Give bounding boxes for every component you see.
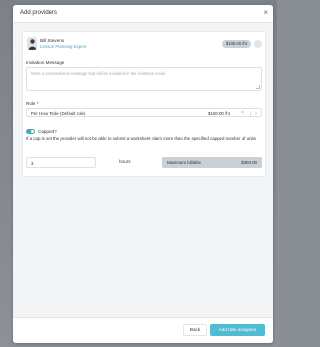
provider-rate-badge: $100.00 /hr — [222, 40, 251, 48]
dialog-title: Add providers — [20, 10, 58, 16]
hours-input[interactable]: 3 — [26, 157, 96, 168]
provider-name: Bill Stevens — [40, 38, 65, 43]
back-button[interactable]: Back — [183, 324, 207, 336]
role-label: Role * — [26, 101, 39, 106]
maximum-billable-value: $300.00 — [241, 160, 257, 166]
role-selected-value: Per Hour Role (Default role) — [31, 110, 86, 116]
close-icon[interactable]: × — [263, 8, 268, 18]
invitation-message-label: Invitation Message — [26, 60, 65, 65]
add-providers-dialog: Add providers × Bill Stevens Lesson Plan… — [13, 5, 273, 343]
capped-label: Capped? — [38, 129, 57, 134]
add-task-assignee-button[interactable]: Add task assignee — [210, 324, 265, 336]
avatar — [27, 37, 37, 50]
maximum-billable-box: Maximum billable $300.00 — [162, 157, 262, 168]
resize-handle-icon[interactable] — [256, 85, 260, 89]
select-divider — [250, 110, 251, 116]
invitation-message-field[interactable]: Write a personalized message that will b… — [26, 67, 262, 91]
invitation-message-placeholder: Write a personalized message that will b… — [31, 71, 166, 76]
dialog-footer: Back Add task assignee — [13, 317, 273, 343]
role-select[interactable]: Per Hour Role (Default role) $100.00 /hr… — [26, 108, 262, 117]
clear-icon[interactable]: × — [241, 110, 244, 116]
hours-value: 3 — [31, 161, 34, 166]
chevron-down-icon[interactable]: ⌄ — [254, 110, 258, 116]
role-rate: $100.00 /hr — [208, 110, 231, 116]
toggle-knob — [30, 129, 35, 134]
capped-toggle[interactable] — [26, 129, 35, 134]
user-avatar-icon — [27, 37, 37, 50]
hours-unit-label: hours — [119, 159, 131, 164]
provider-card: Bill Stevens Lesson Planning Expert $100… — [22, 31, 266, 177]
capped-help-text: If a cap is set the provider will not be… — [26, 136, 256, 141]
provider-select-circle[interactable] — [254, 40, 262, 48]
maximum-billable-label: Maximum billable — [167, 160, 201, 166]
dialog-header: Add providers × — [13, 5, 273, 23]
provider-role: Lesson Planning Expert — [40, 44, 87, 49]
